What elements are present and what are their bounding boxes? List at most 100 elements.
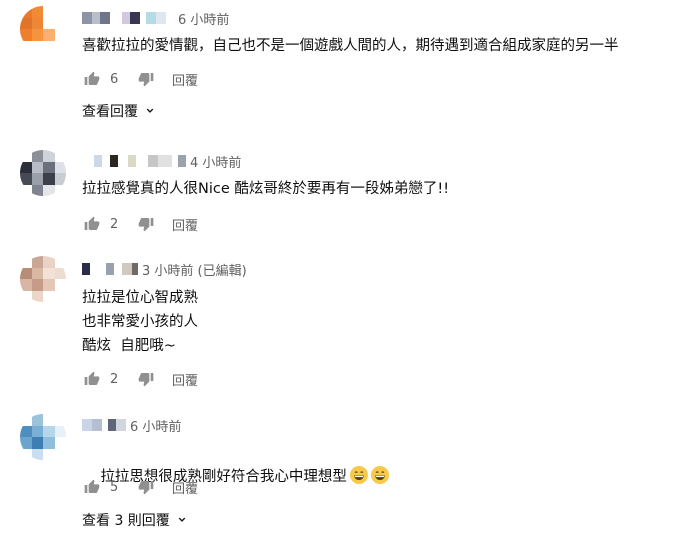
reply-button[interactable]: 回覆 — [172, 478, 198, 497]
avatar-pixel — [43, 437, 55, 449]
reply-button[interactable]: 回覆 — [172, 70, 198, 89]
avatar-pixel — [54, 150, 66, 162]
avatar-pixel — [31, 279, 43, 291]
avatar-pixel — [54, 279, 66, 291]
dislike-icon[interactable] — [136, 214, 156, 234]
avatar[interactable] — [20, 150, 66, 196]
author-name-blurred[interactable] — [82, 155, 186, 167]
avatar-pixel — [20, 414, 32, 426]
reply-button[interactable]: 回覆 — [172, 215, 198, 234]
like-icon[interactable] — [82, 477, 102, 497]
view-replies-label: 查看 3 則回覆 — [82, 513, 170, 529]
avatar-pixel — [54, 256, 66, 268]
avatar-pixel — [54, 40, 66, 52]
avatar-pixel — [43, 448, 55, 460]
avatar-pixel — [54, 414, 66, 426]
comment-text: 拉拉是位心智成熟 也非常愛小孩的人 酷炫 自肥哦~ — [82, 290, 198, 354]
comment-text: 拉拉感覺真的人很Nice 酷炫哥終於要再有一段姊弟戀了!! — [82, 181, 450, 197]
comment-text: 喜歡拉拉的愛情觀，自己也不是一個遊戲人間的人，期待遇到適合組成家庭的另一半 — [82, 38, 619, 54]
avatar-pixel — [31, 173, 43, 185]
avatar-pixel — [43, 290, 55, 302]
avatar-pixel — [20, 279, 32, 291]
avatar-pixel — [31, 6, 43, 18]
avatar-pixels — [20, 414, 66, 460]
avatar-pixel — [54, 437, 66, 449]
like-icon[interactable] — [82, 369, 102, 389]
like-count: 2 — [110, 216, 119, 232]
comment-author-row: 4 小時前 — [82, 152, 241, 171]
avatar-pixel — [43, 17, 55, 29]
avatar-pixel — [31, 161, 43, 173]
comment-timestamp[interactable]: 6 小時前 — [178, 9, 229, 28]
avatar-pixel — [54, 184, 66, 196]
chevron-down-icon — [146, 108, 154, 113]
avatar-pixel — [20, 150, 32, 162]
view-replies-label: 查看回覆 — [82, 104, 138, 120]
avatar-pixel — [31, 437, 43, 449]
author-name-blurred[interactable] — [82, 263, 138, 275]
avatar-pixel — [31, 29, 43, 41]
grinning-emoji-icon — [370, 466, 389, 484]
avatar-pixel — [54, 17, 66, 29]
comment-author-row: 3 小時前 (已編輯) — [82, 260, 247, 279]
avatar-pixel — [54, 29, 66, 41]
view-replies-button[interactable]: 查看 3 則回覆 — [82, 509, 188, 531]
like-icon[interactable] — [82, 69, 102, 89]
avatar-pixel — [31, 40, 43, 52]
reply-button[interactable]: 回覆 — [172, 370, 198, 389]
avatar-pixel — [20, 437, 32, 449]
dislike-icon[interactable] — [136, 369, 156, 389]
comment-timestamp[interactable]: 4 小時前 — [190, 152, 241, 171]
avatar-pixel — [54, 267, 66, 279]
like-count: 5 — [110, 479, 119, 495]
avatar-pixel — [31, 290, 43, 302]
avatar-pixel — [54, 425, 66, 437]
avatar-pixel — [31, 150, 43, 162]
avatar-pixel — [43, 184, 55, 196]
like-count: 6 — [110, 71, 119, 87]
avatar-pixel — [20, 161, 32, 173]
avatar-pixel — [20, 448, 32, 460]
avatar-pixel — [20, 267, 32, 279]
avatar-pixels — [20, 150, 66, 196]
avatar-pixel — [20, 29, 32, 41]
like-icon[interactable] — [82, 214, 102, 234]
avatar-pixel — [54, 161, 66, 173]
avatar-pixel — [54, 290, 66, 302]
comment-timestamp[interactable]: 3 小時前 (已編輯) — [142, 260, 247, 279]
avatar-pixels — [20, 6, 66, 52]
avatar-pixel — [31, 425, 43, 437]
avatar-pixel — [43, 29, 55, 41]
comment-author-row: 6 小時前 — [82, 416, 181, 435]
avatar-pixel — [43, 414, 55, 426]
avatar-pixel — [31, 184, 43, 196]
avatar-pixel — [54, 6, 66, 18]
comment-actions: 2 回覆 — [82, 214, 198, 234]
avatar-pixel — [20, 256, 32, 268]
avatar[interactable] — [20, 414, 66, 460]
avatar-pixel — [20, 184, 32, 196]
chevron-down-icon — [178, 517, 186, 522]
grinning-emoji-icon — [349, 466, 368, 484]
author-name-blurred[interactable] — [82, 419, 126, 431]
avatar-pixel — [43, 161, 55, 173]
avatar-pixels — [20, 256, 66, 302]
avatar-pixel — [20, 290, 32, 302]
avatar[interactable] — [20, 6, 66, 52]
avatar-pixel — [43, 425, 55, 437]
comment-actions: 2 回覆 — [82, 369, 198, 389]
dislike-icon[interactable] — [136, 69, 156, 89]
avatar-pixel — [20, 425, 32, 437]
avatar-pixel — [31, 256, 43, 268]
view-replies-button[interactable]: 查看回覆 — [82, 100, 156, 122]
dislike-icon[interactable] — [136, 477, 156, 497]
avatar-pixel — [31, 17, 43, 29]
avatar-pixel — [20, 17, 32, 29]
avatar-pixel — [20, 6, 32, 18]
author-name-blurred[interactable] — [82, 12, 174, 24]
avatar[interactable] — [20, 256, 66, 302]
avatar-pixel — [31, 267, 43, 279]
avatar-pixel — [43, 173, 55, 185]
comment-timestamp[interactable]: 6 小時前 — [130, 416, 181, 435]
avatar-pixel — [31, 448, 43, 460]
